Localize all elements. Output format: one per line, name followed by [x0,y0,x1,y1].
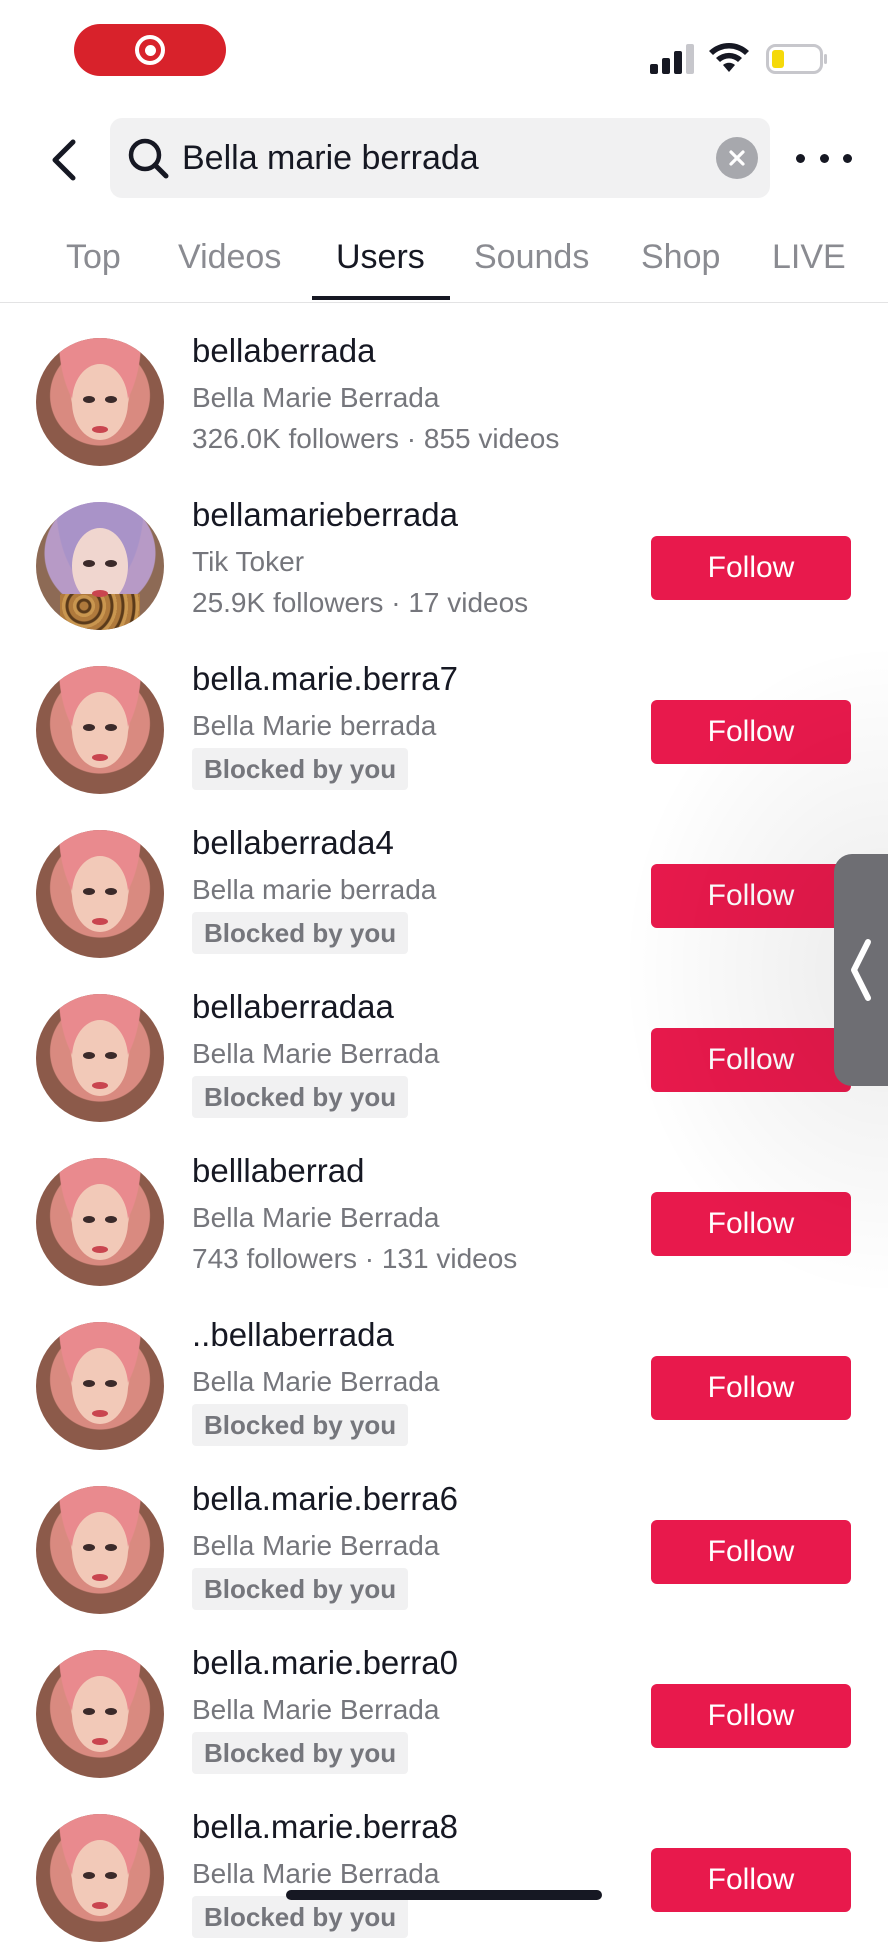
display-name: Bella Marie Berrada [192,1038,440,1069]
display-name: Bella Marie berrada [192,710,437,741]
search-header: Bella marie berrada [0,110,888,210]
chevron-left-icon [52,139,76,181]
username: bellaberrada [192,332,376,369]
user-row[interactable]: bella.marie.berra6 Bella Marie Berrada B… [0,1448,888,1614]
chevron-left-icon [851,939,871,1001]
blocked-badge: Blocked by you [192,1568,409,1610]
username: ..bellaberrada [192,1316,394,1353]
username: bellaberrada4 [192,824,394,861]
display-name: Bella Marie Berrada [192,1202,440,1233]
follow-button[interactable]: Follow [651,700,851,764]
avatar[interactable] [36,1158,164,1286]
clear-search-button[interactable] [716,137,758,179]
username: bella.marie.berra0 [192,1644,458,1681]
battery-low-icon [766,44,827,74]
avatar[interactable] [36,502,164,630]
search-query[interactable]: Bella marie berrada [182,118,479,198]
tab-videos[interactable]: Videos [178,222,281,302]
search-tabs: Top Videos Users Sounds Shop LIVE [0,222,888,303]
user-row[interactable]: bella.marie.berra0 Bella Marie Berrada B… [0,1612,888,1778]
blocked-badge: Blocked by you [192,1896,409,1938]
username: bella.marie.berra7 [192,660,458,697]
tab-users[interactable]: Users [336,222,425,302]
tab-live[interactable]: LIVE [772,222,846,302]
display-name: Tik Toker [192,546,305,577]
blocked-badge: Blocked by you [192,748,409,790]
home-indicator[interactable] [286,1890,602,1900]
screen-record-indicator[interactable] [74,24,226,76]
username: belllaberrad [192,1152,365,1189]
follow-button[interactable]: Follow [651,536,851,600]
follow-button[interactable]: Follow [651,1684,851,1748]
user-row[interactable]: bellamarieberrada Tik Toker 25.9K follow… [0,464,888,630]
search-icon [128,138,169,179]
username: bella.marie.berra6 [192,1480,458,1517]
side-panel-handle[interactable] [834,854,888,1086]
blocked-badge: Blocked by you [192,1732,409,1774]
blocked-badge: Blocked by you [192,1076,409,1118]
follow-button[interactable]: Follow [651,1356,851,1420]
display-name: Bella Marie Berrada [192,1694,440,1725]
display-name: Bella Marie Berrada [192,1858,440,1889]
display-name: Bella Marie Berrada [192,1366,440,1397]
status-bar [0,0,888,110]
follow-button[interactable]: Follow [651,1192,851,1256]
user-row[interactable]: ..bellaberrada Bella Marie Berrada Block… [0,1284,888,1450]
avatar[interactable] [36,1322,164,1450]
search-input[interactable]: Bella marie berrada [110,118,770,198]
screen-record-icon [135,35,165,65]
user-row[interactable]: belllaberrad Bella Marie Berrada 743 fol… [0,1120,888,1286]
wifi-icon [709,43,749,72]
avatar[interactable] [36,830,164,958]
more-options-button[interactable] [796,138,852,178]
display-name: Bella Marie Berrada [192,382,440,413]
tab-top[interactable]: Top [66,222,121,302]
follow-button[interactable]: Follow [651,864,851,928]
tab-shop[interactable]: Shop [641,222,720,302]
username: bellamarieberrada [192,496,458,533]
tab-sounds[interactable]: Sounds [474,222,589,302]
blocked-badge: Blocked by you [192,912,409,954]
blocked-badge: Blocked by you [192,1404,409,1446]
back-button[interactable] [40,130,88,190]
display-name: Bella marie berrada [192,874,437,905]
follow-button[interactable]: Follow [651,1848,851,1912]
avatar[interactable] [36,666,164,794]
display-name: Bella Marie Berrada [192,1530,440,1561]
avatar[interactable] [36,338,164,466]
follower-stats: 743 followers · 131 videos [192,1243,518,1274]
clear-icon [729,150,745,166]
user-row[interactable]: bella.marie.berra8 Bella Marie Berrada B… [0,1776,888,1942]
avatar[interactable] [36,1486,164,1614]
user-row[interactable]: bellaberrada Bella Marie Berrada 326.0K … [0,300,888,466]
follower-stats: 25.9K followers · 17 videos [192,587,529,618]
user-row[interactable]: bella.marie.berra7 Bella Marie berrada B… [0,628,888,794]
username: bella.marie.berra8 [192,1808,458,1845]
user-row[interactable]: bellaberradaa Bella Marie Berrada Blocke… [0,956,888,1122]
follow-button[interactable]: Follow [651,1520,851,1584]
cellular-signal-icon [650,44,694,74]
avatar[interactable] [36,994,164,1122]
avatar[interactable] [36,1814,164,1942]
avatar[interactable] [36,1650,164,1778]
follow-button[interactable]: Follow [651,1028,851,1092]
more-icon [796,153,805,163]
user-row[interactable]: bellaberrada4 Bella marie berrada Blocke… [0,792,888,958]
username: bellaberradaa [192,988,394,1025]
follower-stats: 326.0K followers · 855 videos [192,423,560,454]
